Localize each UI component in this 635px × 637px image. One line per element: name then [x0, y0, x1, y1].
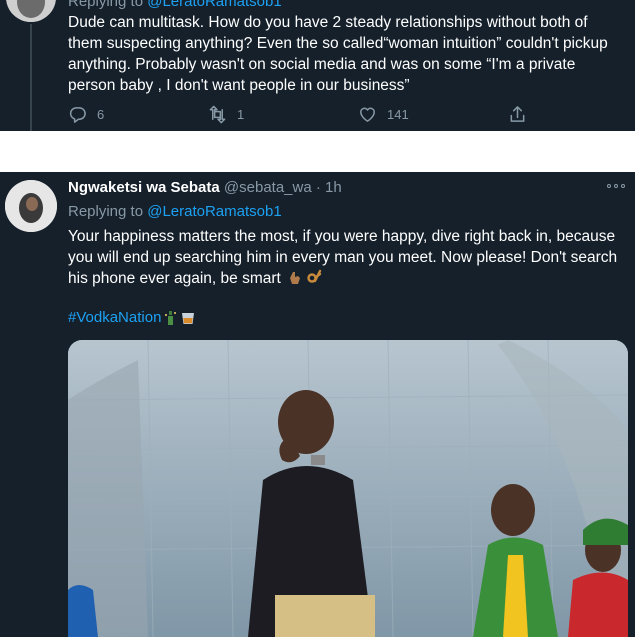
like-icon	[360, 107, 375, 122]
ok-hand-emoji-icon	[307, 269, 322, 283]
share-button[interactable]	[508, 105, 527, 124]
reply-icon	[69, 107, 86, 123]
like-count: 141	[387, 107, 409, 122]
tweet-previous[interactable]: Replying to @LeratoRamatsob1 Dude can mu…	[0, 0, 635, 131]
tweet-separator	[0, 131, 635, 172]
replying-label: Replying to	[68, 0, 148, 10]
hashtag-link[interactable]: #VodkaNation	[68, 309, 195, 326]
tweet-text: Your happiness matters the most, if you …	[68, 228, 618, 287]
retweet-count: 1	[237, 107, 245, 122]
like-button[interactable]: 141	[358, 105, 409, 124]
display-name[interactable]: Ngwaketsi wa Sebata	[68, 179, 220, 196]
replying-label: Replying to	[68, 203, 148, 220]
separator-dot: ·	[311, 179, 326, 196]
reply-button[interactable]: 6	[68, 105, 104, 124]
more-options-icon[interactable]	[607, 184, 625, 188]
bottle-emoji-icon	[165, 310, 177, 325]
timestamp[interactable]: 1h	[325, 179, 342, 196]
tweet-text-container: Your happiness matters the most, if you …	[68, 226, 628, 289]
replying-to: Replying to @LeratoRamatsob1	[68, 0, 282, 10]
replying-handle-link[interactable]: @LeratoRamatsob1	[147, 0, 281, 10]
tumbler-emoji-icon	[182, 312, 195, 324]
user-handle[interactable]: @sebata_wa	[224, 179, 312, 196]
tweet-header: Ngwaketsi wa Sebata @sebata_wa · 1h	[68, 179, 342, 196]
avatar[interactable]	[5, 180, 57, 232]
avatar[interactable]	[6, 0, 56, 22]
tweet-actions: 6 1 141	[68, 105, 538, 127]
replying-handle-link[interactable]: @LeratoRamatsob1	[147, 203, 281, 220]
tweet-text: Dude can multitask. How do you have 2 st…	[68, 14, 608, 94]
hashtag-text[interactable]: #VodkaNation	[68, 309, 161, 326]
retweet-icon	[209, 105, 226, 124]
share-icon	[510, 106, 525, 122]
thread-line	[30, 24, 32, 131]
retweet-button[interactable]: 1	[208, 105, 244, 124]
tweet-photo[interactable]	[68, 340, 628, 637]
hand-emoji-icon	[290, 272, 301, 284]
reply-count: 6	[97, 107, 105, 122]
replying-to: Replying to @LeratoRamatsob1	[68, 203, 282, 220]
tweet-reply[interactable]: Ngwaketsi wa Sebata @sebata_wa · 1h Repl…	[0, 172, 635, 637]
